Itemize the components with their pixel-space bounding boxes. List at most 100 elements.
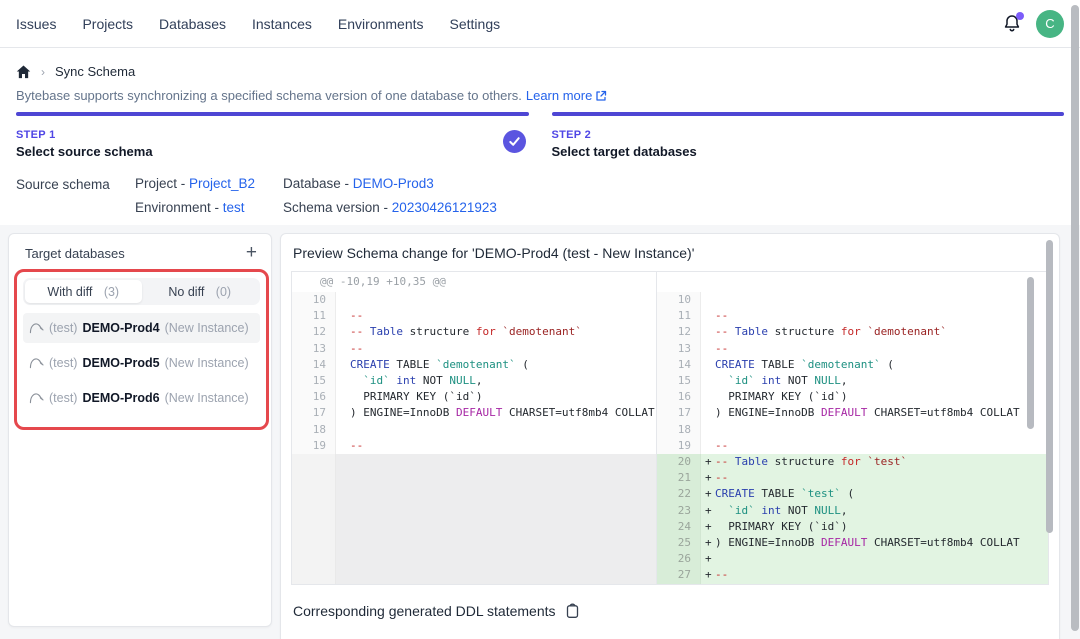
home-icon[interactable]: [16, 65, 31, 79]
notifications-button[interactable]: [1002, 14, 1022, 34]
target-database-item[interactable]: (test)DEMO-Prod5(New Instance): [23, 348, 260, 378]
code-text: --: [715, 567, 728, 583]
line-number: 19: [657, 438, 701, 454]
tab-no-diff[interactable]: No diff (0): [142, 280, 259, 303]
diff-line: 19--: [657, 438, 1048, 454]
diff-sign: [701, 389, 715, 405]
topnav-right: C: [1002, 10, 1064, 38]
target-database-item[interactable]: (test)DEMO-Prod6(New Instance): [23, 383, 260, 413]
step-1-title: Select source schema: [16, 144, 529, 159]
step-1: STEP 1 Select source schema: [16, 112, 529, 159]
diff-line: 27+--: [657, 567, 1048, 583]
diff-sign: [701, 292, 715, 308]
line-number: 15: [657, 373, 701, 389]
diff-sign: [336, 292, 350, 308]
top-navigation-bar: Issues Projects Databases Instances Environm…: [0, 0, 1080, 48]
diff-line: 25+) ENGINE=InnoDB DEFAULT CHARSET=utf8m…: [657, 535, 1048, 551]
avatar[interactable]: C: [1036, 10, 1064, 38]
diff-sign: [701, 438, 715, 454]
db-instance-suffix: (New Instance): [165, 321, 249, 335]
project-link[interactable]: Project_B2: [189, 176, 255, 191]
line-number: 23: [657, 503, 701, 519]
diff-sign: [336, 422, 350, 438]
tab-with-diff[interactable]: With diff (3): [25, 280, 142, 303]
environment-link[interactable]: test: [223, 200, 245, 215]
code-text: PRIMARY KEY (`id`): [350, 389, 482, 405]
diff-sign: [701, 422, 715, 438]
line-number: 14: [292, 357, 336, 373]
field-environment: Environment - test: [135, 200, 283, 215]
code-text: --: [715, 341, 728, 357]
db-instance-suffix: (New Instance): [165, 391, 249, 405]
ddl-statements-header: Corresponding generated DDL statements: [291, 603, 1049, 619]
mysql-icon: [29, 391, 44, 405]
diff-sign: [701, 341, 715, 357]
diff-sign: [336, 405, 350, 421]
code-text: -- Table structure for `demotenant`: [715, 324, 947, 340]
step-2-label: STEP 2: [552, 129, 1065, 141]
code-text: `id` int NOT NULL,: [715, 503, 848, 519]
step-1-label: STEP 1: [16, 129, 529, 141]
code-text: CREATE TABLE `demotenant` (: [715, 357, 894, 373]
diff-scrollbar-thumb[interactable]: [1027, 277, 1034, 429]
code-text: --: [350, 341, 363, 357]
line-number: 17: [657, 405, 701, 421]
annotation-highlight-ring: With diff (3)No diff (0) (test)DEMO-Prod…: [14, 269, 269, 430]
preview-title: Preview Schema change for 'DEMO-Prod4 (t…: [291, 244, 1049, 271]
diff-sign: [701, 373, 715, 389]
page-scrollbar-thumb[interactable]: [1071, 5, 1079, 631]
preview-scrollbar-thumb[interactable]: [1046, 240, 1053, 533]
diff-line: 15 `id` int NOT NULL,: [292, 373, 656, 389]
line-number: 12: [292, 324, 336, 340]
line-number: 25: [657, 535, 701, 551]
code-text: `id` int NOT NULL,: [350, 373, 483, 389]
learn-more-link[interactable]: Learn more: [526, 88, 607, 103]
db-environment: (test): [49, 391, 77, 405]
line-number: 24: [657, 519, 701, 535]
nav-item-issues[interactable]: Issues: [16, 16, 56, 32]
diff-line: 13 --: [292, 341, 656, 357]
nav-item-databases[interactable]: Databases: [159, 16, 226, 32]
database-link[interactable]: DEMO-Prod3: [353, 176, 434, 191]
line-number: 10: [657, 292, 701, 308]
diff-sign: +: [701, 503, 715, 519]
db-environment: (test): [49, 321, 77, 335]
line-number: 14: [657, 357, 701, 373]
diff-line: 14CREATE TABLE `demotenant` (: [292, 357, 656, 373]
schema-preview-panel: Preview Schema change for 'DEMO-Prod4 (t…: [280, 233, 1060, 639]
nav-item-instances[interactable]: Instances: [252, 16, 312, 32]
diff-sign: +: [701, 519, 715, 535]
diff-line: 11--: [292, 308, 656, 324]
source-schema-fields: Project - Project_B2 Database - DEMO-Pro…: [135, 176, 497, 215]
schema-diff-editor[interactable]: @@ -10,19 +10,35 @@1011--12-- Table stru…: [291, 271, 1049, 585]
diff-sign: [336, 438, 350, 454]
line-number: 16: [292, 389, 336, 405]
line-number: 17: [292, 405, 336, 421]
diff-line: 17) ENGINE=InnoDB DEFAULT CHARSET=utf8mb…: [657, 405, 1048, 421]
diff-line: 26+: [657, 551, 1048, 567]
diff-sign: +: [701, 551, 715, 567]
diff-line: 14 CREATE TABLE `demotenant` (: [657, 357, 1048, 373]
copy-ddl-button[interactable]: [565, 603, 580, 619]
schema-version-link[interactable]: 20230426121923: [392, 200, 497, 215]
nav-item-settings[interactable]: Settings: [450, 16, 501, 32]
diff-sign: [336, 341, 350, 357]
diff-sign: [701, 308, 715, 324]
intro-text: Bytebase supports synchronizing a specif…: [16, 88, 522, 103]
diff-sign: +: [701, 454, 715, 470]
target-database-item[interactable]: (test)DEMO-Prod4(New Instance): [23, 313, 260, 343]
line-number: 21: [657, 470, 701, 486]
step-1-done-indicator: [503, 130, 526, 153]
line-number: 26: [657, 551, 701, 567]
line-number: 13: [292, 341, 336, 357]
code-text: --: [350, 308, 363, 324]
db-instance-suffix: (New Instance): [165, 356, 249, 370]
code-text: -- Table structure for `demotenant`: [350, 324, 582, 340]
add-target-database-button[interactable]: +: [246, 245, 257, 261]
breadcrumb-separator: ›: [41, 65, 45, 79]
nav-item-projects[interactable]: Projects: [82, 16, 133, 32]
diff-line: 10: [292, 292, 656, 308]
nav-item-environments[interactable]: Environments: [338, 16, 424, 32]
target-databases-panel: Target databases + With diff (3)No diff …: [8, 233, 272, 627]
step-2-title: Select target databases: [552, 144, 1065, 159]
